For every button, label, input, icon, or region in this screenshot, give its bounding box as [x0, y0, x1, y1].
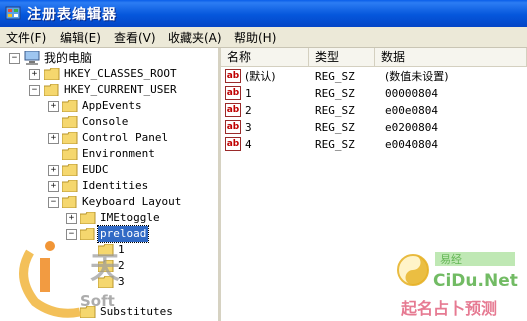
menu-favorites[interactable]: 收藏夹(A) — [168, 29, 222, 46]
string-value-icon: ab — [225, 137, 241, 151]
collapse-icon[interactable]: − — [9, 53, 20, 64]
menu-bar: 文件(F) 编辑(E) 查看(V) 收藏夹(A) 帮助(H) — [0, 27, 527, 48]
folder-icon — [62, 116, 78, 128]
folder-icon — [98, 276, 114, 288]
folder-icon — [80, 306, 96, 318]
string-value-icon: ab — [225, 86, 241, 100]
tree-node-imetoggle[interactable]: + IMEtoggle — [0, 210, 218, 226]
column-header-type[interactable]: 类型 — [309, 48, 375, 67]
column-header-name[interactable]: 名称 — [221, 48, 309, 67]
tree-node-keyboard-layout[interactable]: − Keyboard Layout — [0, 194, 218, 210]
selected-key-label: preload — [96, 225, 150, 243]
menu-edit[interactable]: 编辑(E) — [60, 29, 101, 46]
folder-icon — [62, 132, 78, 144]
folder-icon — [62, 164, 78, 176]
menu-file[interactable]: 文件(F) — [6, 29, 46, 46]
value-row[interactable]: ab 2 REG_SZ e00e0804 — [221, 102, 527, 119]
tree-node-preload-3[interactable]: 3 — [0, 274, 218, 290]
tree-node-environment[interactable]: Environment — [0, 146, 218, 162]
tree-node-substitutes[interactable]: Substitutes — [0, 304, 218, 320]
folder-icon — [44, 68, 60, 80]
expand-icon[interactable]: + — [48, 181, 59, 192]
value-row[interactable]: ab 4 REG_SZ e0040804 — [221, 136, 527, 153]
column-header-data[interactable]: 数据 — [375, 48, 527, 67]
value-row[interactable]: ab (默认) REG_SZ (数值未设置) — [221, 68, 527, 85]
tree-node-preload-1[interactable]: 1 — [0, 242, 218, 258]
expand-icon[interactable]: + — [48, 133, 59, 144]
title-bar: 注册表编辑器 — [0, 0, 527, 27]
folder-open-icon — [44, 84, 59, 96]
collapse-icon[interactable]: − — [48, 197, 59, 208]
value-row[interactable]: ab 3 REG_SZ e0200804 — [221, 119, 527, 136]
folder-open-icon — [62, 196, 77, 208]
folder-icon — [62, 148, 78, 160]
registry-tree[interactable]: − 我的电脑 + HKEY_CLASSES_ROOT − HKEY_CURREN… — [0, 48, 221, 321]
folder-icon — [80, 212, 96, 224]
collapse-icon[interactable]: − — [66, 229, 77, 240]
string-value-icon: ab — [225, 120, 241, 134]
expand-icon[interactable]: + — [48, 165, 59, 176]
collapse-icon[interactable]: − — [29, 85, 40, 96]
folder-icon — [62, 100, 78, 112]
expand-icon[interactable]: + — [66, 213, 77, 224]
folder-open-icon — [80, 228, 95, 240]
tree-node-preload[interactable]: − preload — [0, 225, 218, 243]
window-title: 注册表编辑器 — [27, 7, 117, 23]
menu-view[interactable]: 查看(V) — [114, 29, 156, 46]
menu-help[interactable]: 帮助(H) — [234, 29, 276, 46]
tree-node-console[interactable]: Console — [0, 114, 218, 130]
tree-node-appevents[interactable]: + AppEvents — [0, 98, 218, 114]
tree-node-my-computer[interactable]: − 我的电脑 — [0, 50, 218, 66]
value-row[interactable]: ab 1 REG_SZ 00000804 — [221, 85, 527, 102]
string-value-icon: ab — [225, 103, 241, 117]
expand-icon[interactable]: + — [29, 69, 40, 80]
values-list[interactable]: 名称 类型 数据 ab (默认) REG_SZ (数值未设置) ab 1 REG… — [221, 48, 527, 321]
tree-node-preload-2[interactable]: 2 — [0, 258, 218, 274]
folder-icon — [98, 244, 114, 256]
folder-icon — [98, 260, 114, 272]
folder-icon — [62, 180, 78, 192]
registry-app-icon — [5, 6, 21, 20]
tree-node-eudc[interactable]: + EUDC — [0, 162, 218, 178]
string-value-icon: ab — [225, 69, 241, 83]
tree-node-identities[interactable]: + Identities — [0, 178, 218, 194]
computer-icon — [24, 51, 40, 65]
expand-icon[interactable]: + — [48, 101, 59, 112]
tree-node-hkcu[interactable]: − HKEY_CURRENT_USER — [0, 82, 218, 98]
tree-node-hkcr[interactable]: + HKEY_CLASSES_ROOT — [0, 66, 218, 82]
tree-node-control-panel[interactable]: + Control Panel — [0, 130, 218, 146]
